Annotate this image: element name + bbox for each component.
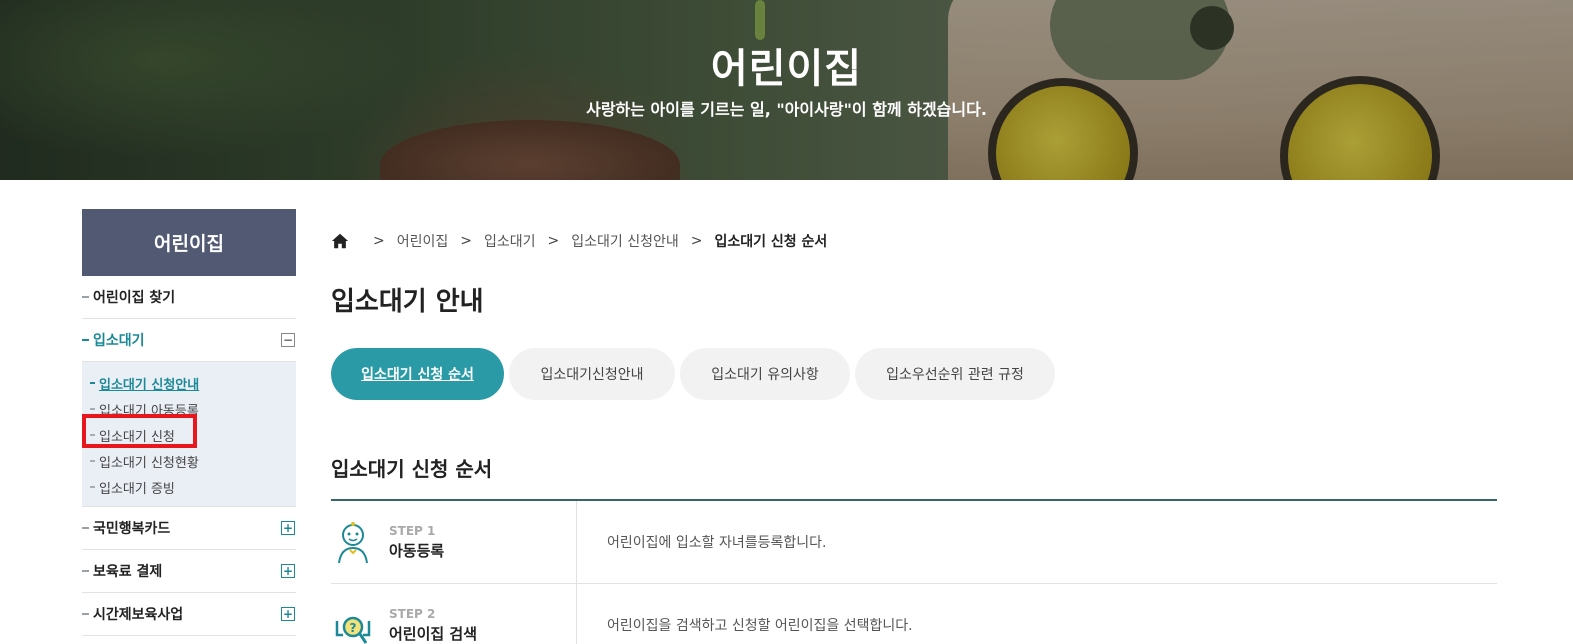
breadcrumb-current: 입소대기 신청 순서 <box>714 234 828 250</box>
hero-banner: 어린이집 사랑하는 아이를 기르는 일, "아이사랑"이 함께 하겠습니다. <box>0 0 1573 180</box>
sidebar-heading: 어린이집 <box>82 209 296 276</box>
tab-apply-guide[interactable]: 입소대기신청안내 <box>509 348 675 400</box>
dash-icon <box>82 527 89 529</box>
breadcrumb-item[interactable]: 어린이집 <box>397 231 449 251</box>
sidebar-item-fee-payment[interactable]: 보육료 결제 + <box>82 550 296 593</box>
sidebar-item-waitlist[interactable]: 입소대기 − <box>82 319 296 362</box>
section-title: 입소대기 신청 순서 <box>331 457 493 481</box>
dash-icon <box>90 408 95 410</box>
submenu-item-label: 입소대기 신청현황 <box>99 455 199 471</box>
dash-icon <box>82 339 89 341</box>
dash-icon <box>90 486 95 488</box>
sidebar-item-label: 보육료 결제 <box>93 564 163 580</box>
submenu-item-label: 입소대기 증빙 <box>99 481 175 497</box>
chevron-right-icon: > <box>547 233 560 249</box>
sidebar-item-daycare-search[interactable]: 어린이집 찾기 <box>82 276 296 319</box>
sidebar-item-label: 입소대기 <box>93 333 145 349</box>
sidebar-item-label: 어린이집 찾기 <box>93 290 176 306</box>
sidebar-submenu: 입소대기 신청안내 입소대기 아동등록 입소대기 신청 입소대기 신청현황 입소… <box>82 362 296 507</box>
hero-subtitle: 사랑하는 아이를 기르는 일, "아이사랑"이 함께 하겠습니다. <box>586 100 987 119</box>
submenu-item-proof[interactable]: 입소대기 증빙 <box>82 474 296 500</box>
submenu-item-child-register[interactable]: 입소대기 아동등록 <box>82 396 296 422</box>
tab-apply-order[interactable]: 입소대기 신청 순서 <box>331 348 504 400</box>
expand-icon[interactable]: + <box>281 564 295 578</box>
step-name: 어린이집 검색 <box>389 624 478 643</box>
svg-text:?: ? <box>350 621 357 635</box>
step-name: 아동등록 <box>389 541 445 560</box>
sidebar-item-hourly-care[interactable]: 시간제보육사업 + <box>82 593 296 636</box>
expand-icon[interactable]: + <box>281 607 295 621</box>
step-header: STEP 1 아동등록 <box>331 501 577 583</box>
step-number: STEP 2 <box>389 606 436 621</box>
child-icon <box>338 522 368 564</box>
step-number: STEP 1 <box>389 523 436 538</box>
page-title: 입소대기 안내 <box>331 287 484 317</box>
step-row: ? STEP 2 어린이집 검색 어린이집을 검색하고 신청할 어린이집을 선택… <box>331 584 1497 644</box>
chevron-right-icon: > <box>690 233 703 249</box>
dash-icon <box>90 434 95 436</box>
expand-icon[interactable]: + <box>281 521 295 535</box>
hero-title: 어린이집 <box>710 46 863 92</box>
tab-notes[interactable]: 입소대기 유의사항 <box>680 348 850 400</box>
collapse-icon[interactable]: − <box>281 333 295 347</box>
breadcrumb-item[interactable]: 입소대기 <box>484 231 536 251</box>
breadcrumb-item[interactable]: 입소대기 신청안내 <box>571 231 679 251</box>
submenu-item-apply[interactable]: 입소대기 신청 <box>82 422 296 448</box>
home-icon[interactable] <box>331 232 349 250</box>
chevron-right-icon: > <box>460 233 472 249</box>
sidebar-item-label: 시간제보육사업 <box>93 607 184 623</box>
dash-icon <box>82 296 89 298</box>
sidebar-item-label: 국민행복카드 <box>93 521 171 537</box>
step-text: STEP 2 어린이집 검색 <box>389 607 477 644</box>
dash-icon <box>90 460 95 462</box>
submenu-item-status[interactable]: 입소대기 신청현황 <box>82 448 296 474</box>
submenu-item-label: 입소대기 신청 <box>99 429 175 445</box>
sidebar: 어린이집 어린이집 찾기 입소대기 − 입소대기 신청안내 입소대기 아동등록 … <box>82 209 296 636</box>
step-description: 어린이집을 검색하고 신청할 어린이집을 선택합니다. <box>607 618 913 634</box>
breadcrumb: > 어린이집 > 입소대기 > 입소대기 신청안내 > 입소대기 신청 순서 <box>331 231 827 251</box>
sidebar-item-happiness-card[interactable]: 국민행복카드 + <box>82 507 296 550</box>
step-row: STEP 1 아동등록 어린이집에 입소할 자녀를등록합니다. <box>331 501 1497 584</box>
submenu-item-label: 입소대기 신청안내 <box>99 377 200 393</box>
tab-bar: 입소대기 신청 순서 입소대기신청안내 입소대기 유의사항 입소우선순위 관련 … <box>331 348 1060 400</box>
step-text: STEP 1 아동등록 <box>389 524 444 561</box>
chevron-right-icon: > <box>373 233 385 249</box>
search-question-icon: ? <box>335 616 371 644</box>
step-description: 어린이집에 입소할 자녀를등록합니다. <box>607 535 827 551</box>
steps-table: STEP 1 아동등록 어린이집에 입소할 자녀를등록합니다. ? STEP 2… <box>331 499 1497 644</box>
step-header: ? STEP 2 어린이집 검색 <box>331 584 577 644</box>
dash-icon <box>82 613 89 615</box>
dash-icon <box>82 570 89 572</box>
dash-icon <box>90 382 95 384</box>
submenu-item-apply-guide[interactable]: 입소대기 신청안내 <box>82 370 296 396</box>
submenu-item-label: 입소대기 아동등록 <box>99 403 199 419</box>
tab-priority-rules[interactable]: 입소우선순위 관련 규정 <box>855 348 1055 400</box>
